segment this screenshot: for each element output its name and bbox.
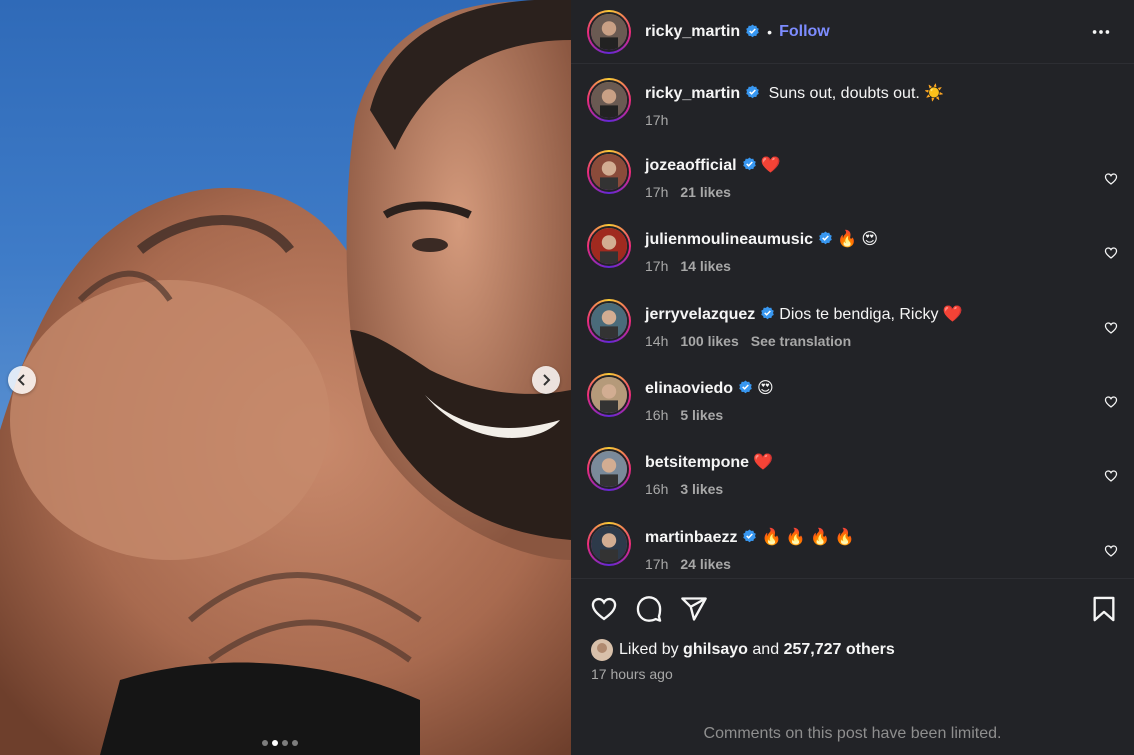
post-viewer: ricky_martin • Follow ricky_martin Suns … [0, 0, 1134, 755]
comment-likes[interactable]: 14 likes [680, 258, 731, 274]
commenter-avatar[interactable] [587, 447, 631, 492]
comment-likes[interactable]: 5 likes [680, 407, 723, 423]
commenter-avatar[interactable] [587, 521, 631, 566]
caption-text: Suns out, doubts out. ☀️ [768, 85, 945, 102]
caption-time: 17h [645, 112, 669, 128]
comment-username[interactable]: elinaoviedo [645, 380, 733, 397]
comment-like-button[interactable] [1104, 469, 1118, 483]
comment-time: 16h [645, 481, 669, 498]
post-side-panel: ricky_martin • Follow ricky_martin Suns … [571, 0, 1134, 755]
comment-row: martinbaezz 🔥 🔥 🔥 🔥 17h 24 likes [587, 521, 1120, 572]
comment-username[interactable]: julienmoulineaumusic [645, 231, 813, 248]
comment-likes[interactable]: 24 likes [680, 556, 731, 572]
carousel-dot [272, 740, 278, 746]
caption: ricky_martin Suns out, doubts out. ☀️ 17… [587, 78, 1120, 128]
verified-badge-icon [761, 306, 775, 319]
commenter-avatar[interactable] [587, 298, 631, 343]
post-timestamp[interactable]: 17 hours ago [591, 666, 673, 682]
comment-username[interactable]: betsitempone [645, 454, 749, 471]
avatar-image [591, 228, 627, 265]
comment-like-button[interactable] [1104, 172, 1118, 186]
header-separator: • [767, 23, 773, 40]
like-button[interactable] [590, 595, 618, 623]
avatar-image [591, 451, 627, 488]
comment-like-button[interactable] [1104, 395, 1118, 409]
comment-username[interactable]: jerryvelazquez [645, 306, 755, 323]
comment-username[interactable]: martinbaezz [645, 529, 737, 546]
comment-likes[interactable]: 100 likes [680, 333, 738, 349]
comment-button[interactable] [635, 595, 663, 623]
comment-row: jerryvelazquez Dios te bendiga, Ricky ❤️ 1… [587, 298, 1120, 349]
comment-time: 17h [645, 184, 669, 200]
likes-summary: Liked by ghilsayo and 257,727 others [591, 639, 895, 661]
commenter-avatar[interactable] [587, 150, 631, 194]
liker-avatar[interactable] [591, 639, 613, 661]
more-horizontal-icon [1092, 30, 1110, 34]
post-actions [571, 578, 1134, 642]
avatar-image [591, 82, 627, 118]
chevron-right-icon [543, 374, 551, 386]
comment-text: Dios te bendiga, Ricky ❤️ [779, 305, 963, 323]
comments-limited-notice: Comments on this post have been limited. [703, 725, 1002, 742]
comment-username[interactable]: jozeaofficial [645, 157, 737, 174]
previous-slide-button[interactable] [8, 366, 36, 394]
author-avatar[interactable] [587, 78, 631, 122]
verified-badge-icon [739, 380, 752, 394]
comment-likes[interactable]: 3 likes [680, 481, 723, 497]
save-button[interactable] [1090, 595, 1118, 623]
author-avatar[interactable] [587, 9, 631, 54]
comment-time: 14h [645, 332, 669, 349]
likes-others-link[interactable]: 257,727 others [784, 641, 895, 659]
comment-text: 🔥 😍 [837, 231, 879, 249]
see-translation-link[interactable]: See translation [751, 333, 851, 349]
more-options-button[interactable] [1088, 19, 1114, 45]
post-header: ricky_martin • Follow [571, 0, 1134, 64]
comment-text: 🔥 🔥 🔥 🔥 [761, 528, 855, 546]
carousel-indicator [262, 740, 298, 746]
comment-like-button[interactable] [1104, 321, 1118, 335]
avatar-image [591, 525, 627, 562]
comment-like-button[interactable] [1104, 246, 1118, 260]
avatar-image [591, 639, 613, 661]
verified-badge-icon [743, 528, 757, 542]
comment-time: 17h [645, 258, 669, 275]
avatar-image [591, 154, 627, 190]
comment-row: jozeaofficial ❤️ 17h 21 likes [587, 150, 1120, 200]
verified-badge-icon [746, 24, 759, 38]
comment-text: ❤️ [760, 157, 781, 174]
comment-time: 17h [645, 555, 669, 572]
next-slide-button[interactable] [532, 366, 560, 394]
share-button[interactable] [680, 595, 708, 623]
carousel-dot [262, 740, 268, 746]
liker-username[interactable]: ghilsayo [683, 641, 748, 659]
commenter-avatar[interactable] [587, 224, 631, 269]
comment-row: julienmoulineaumusic 🔥 😍 17h 14 likes [587, 224, 1120, 274]
avatar-image [591, 13, 627, 50]
commenter-avatar[interactable] [587, 372, 631, 417]
liked-by-and: and [752, 641, 780, 658]
comment-likes[interactable]: 21 likes [680, 184, 731, 200]
photo-image [0, 0, 571, 755]
carousel-dot [282, 740, 288, 746]
avatar-image [591, 376, 627, 413]
comment-row: betsitempone ❤️ 16h 3 likes [587, 447, 1120, 497]
comment-row: elinaoviedo 😍 16h 5 likes [587, 372, 1120, 423]
verified-badge-icon [819, 231, 832, 245]
comment-text: ❤️ [753, 454, 773, 472]
avatar-image [591, 302, 627, 339]
author-username[interactable]: ricky_martin [645, 23, 740, 41]
liked-by-prefix: Liked by [619, 641, 679, 658]
caption-username[interactable]: ricky_martin [645, 85, 740, 102]
chevron-left-icon [17, 374, 25, 386]
verified-badge-icon [742, 157, 756, 171]
carousel-dot [292, 740, 298, 746]
post-photo[interactable] [0, 0, 571, 755]
follow-button[interactable]: Follow [779, 23, 830, 41]
comment-like-button[interactable] [1104, 544, 1118, 558]
comment-time: 16h [645, 406, 669, 423]
comment-text: 😍 [757, 379, 774, 397]
verified-badge-icon [746, 85, 759, 99]
comments-list[interactable]: ricky_martin Suns out, doubts out. ☀️ 17… [571, 64, 1134, 578]
